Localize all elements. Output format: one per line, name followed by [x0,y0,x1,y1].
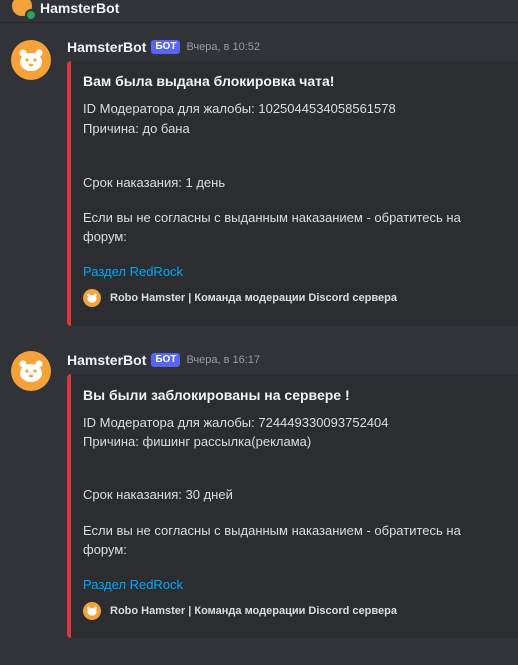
bot-tag: БОТ [151,40,181,54]
hamster-icon [19,49,43,71]
hamster-icon [19,360,43,382]
bot-avatar[interactable] [11,40,51,80]
embed-footer: Robo Hamster | Команда модерации Discord… [83,602,397,620]
timestamp[interactable]: Вчера, в 10:52 [186,41,260,53]
username[interactable]: HamsterBot [67,352,146,368]
term-line: Срок наказания: 30 дней [83,487,233,502]
footer-text: Robo Hamster | Команда модерации Discord… [110,292,397,304]
channel-name[interactable]: HamsterBot [40,0,119,16]
footer-text: Robo Hamster | Команда модерации Discord… [110,605,397,617]
online-status-icon [25,9,37,21]
appeal-line-continued: форум: [83,229,127,244]
forum-link[interactable]: Раздел RedRock [83,576,183,594]
appeal-line: Если вы не согласны с выданным наказание… [83,210,461,225]
reason-line: Причина: до бана [83,121,190,136]
embed-footer: Robo Hamster | Команда модерации Discord… [83,289,397,307]
embed: Вам была выдана блокировка чата! ID Моде… [67,61,518,326]
reason-line: Причина: фишинг рассылка(реклама) [83,434,312,449]
embed-title: Вы были заблокированы на сервере ! [83,387,350,403]
moderator-id-line: ID Модератора для жалобы: 10250445340585… [83,101,396,116]
term-line: Срок наказания: 1 день [83,175,226,190]
moderator-id-line: ID Модератора для жалобы: 72444933009375… [83,415,389,430]
appeal-line: Если вы не согласны с выданным наказание… [83,523,461,538]
channel-header: HamsterBot [0,0,518,23]
footer-hamster-icon [83,289,101,307]
appeal-line-continued: форум: [83,542,127,557]
bot-tag: БОТ [151,353,181,367]
timestamp[interactable]: Вчера, в 16:17 [186,354,260,366]
forum-link[interactable]: Раздел RedRock [83,263,183,281]
bot-avatar[interactable] [11,351,51,391]
footer-hamster-icon [83,602,101,620]
embed-title: Вам была выдана блокировка чата! [83,73,335,89]
username[interactable]: HamsterBot [67,39,146,55]
embed: Вы были заблокированы на сервере ! ID Мо… [67,374,518,638]
